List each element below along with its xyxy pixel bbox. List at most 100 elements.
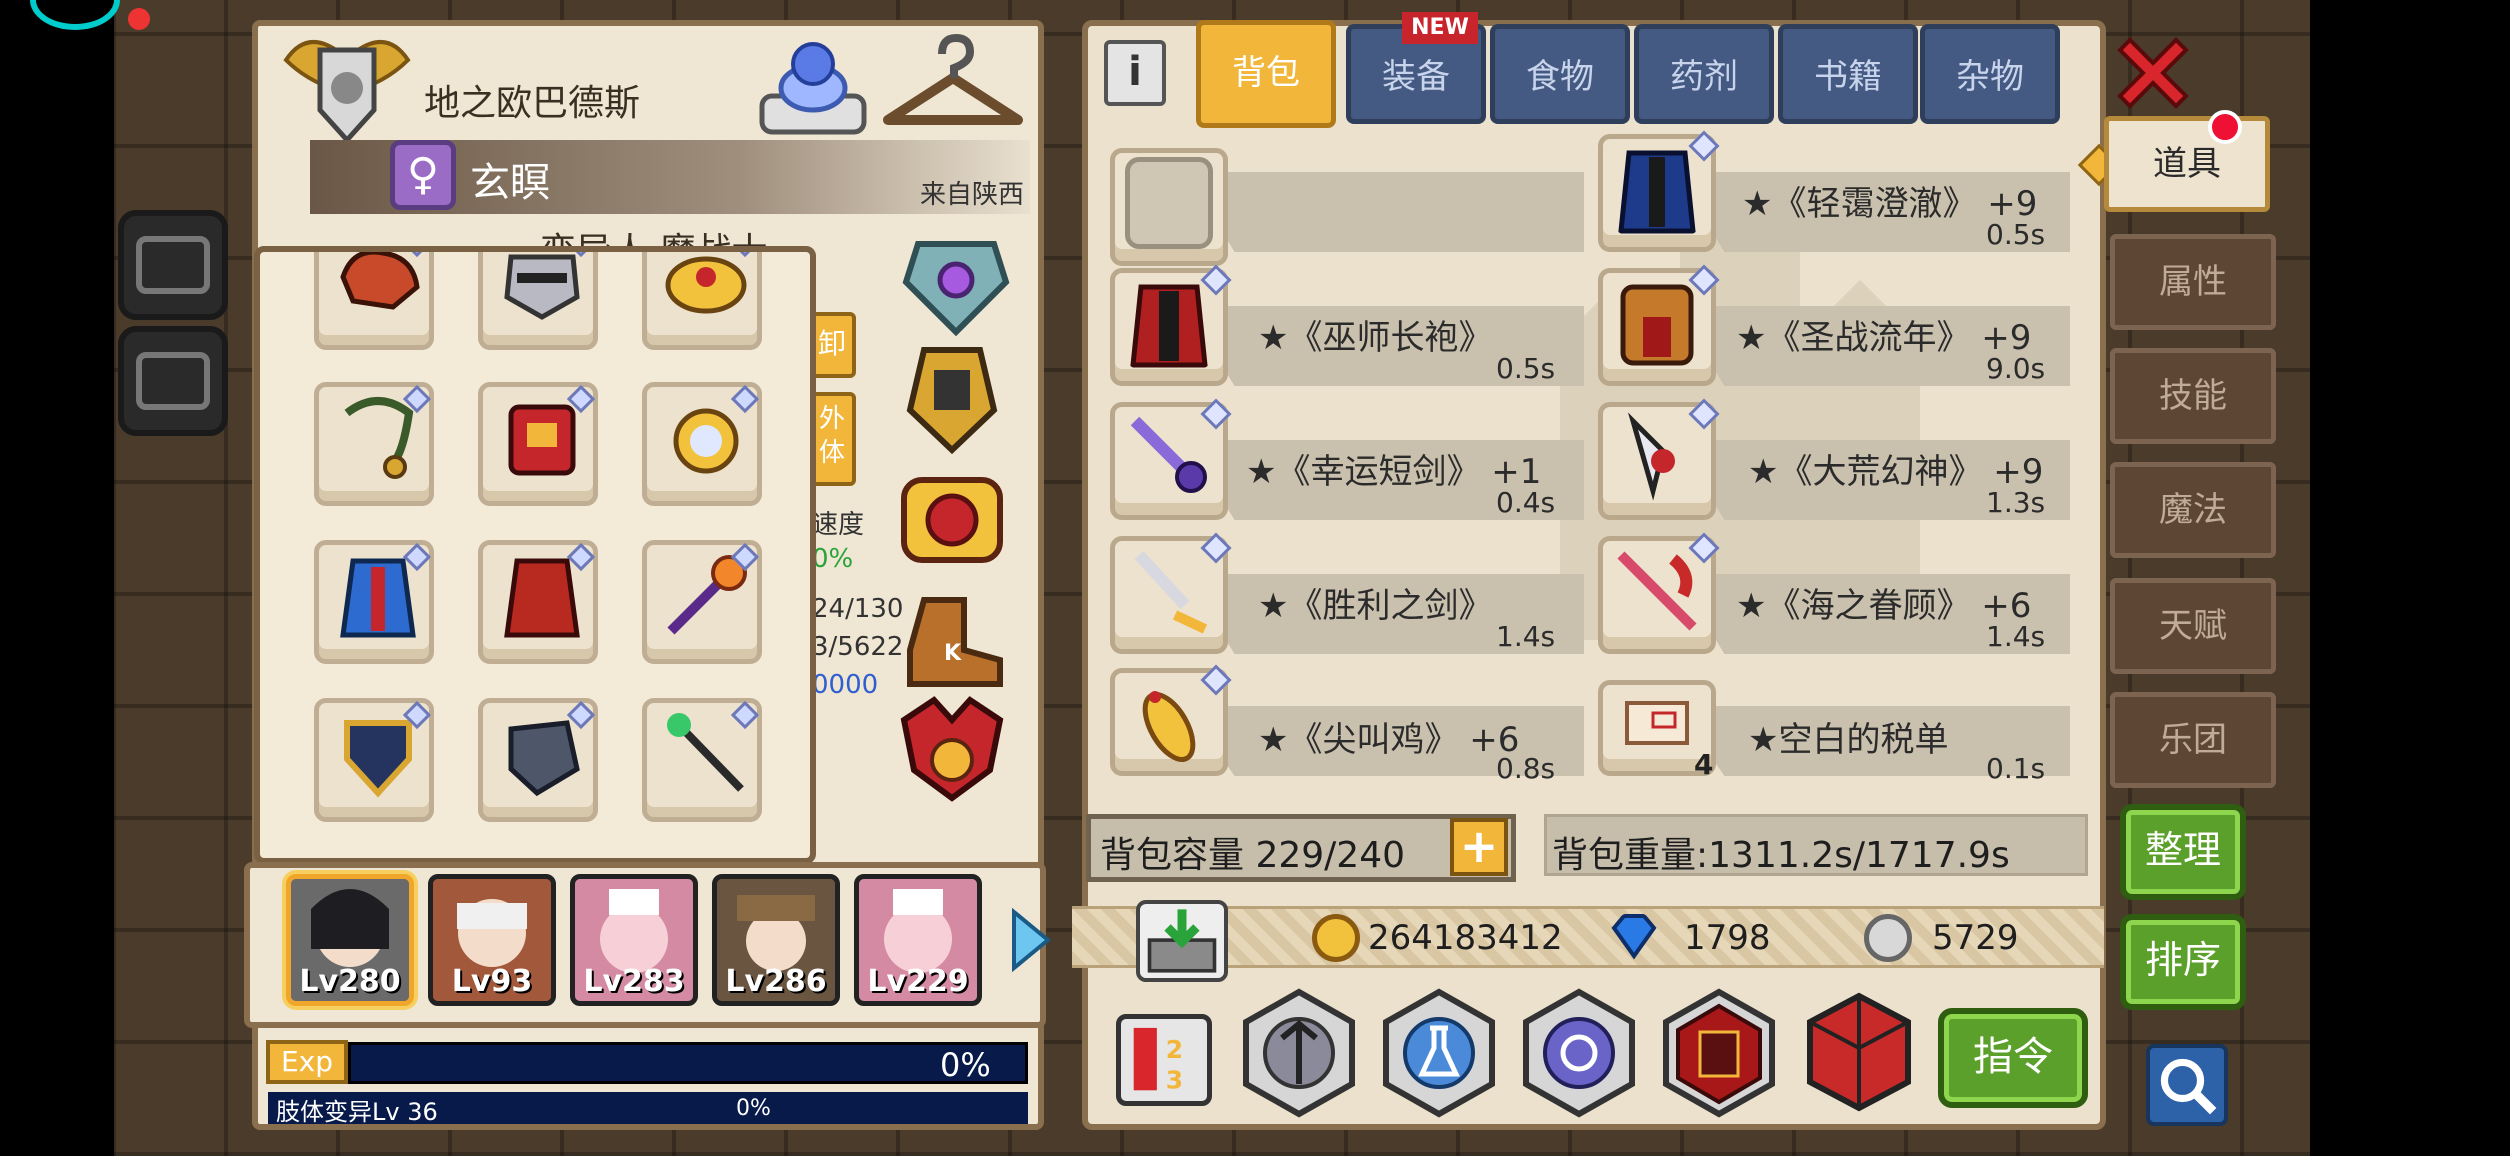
victory-sword-icon <box>1134 550 1208 634</box>
tab-band[interactable]: 乐团 <box>2110 692 2276 788</box>
item-name: ★《巫师长袍》 <box>1258 318 1493 358</box>
crystal-orb-icon[interactable] <box>758 30 868 138</box>
item-weight: 1.4s <box>1496 620 1556 653</box>
diamond-amount: 1798 <box>1684 918 1771 958</box>
party-member-level: Lv280 <box>299 964 401 999</box>
item-weight: 0.5s <box>1986 218 2046 251</box>
sort-button[interactable]: 排序 <box>2120 914 2246 1010</box>
tab-misc[interactable]: 杂物 <box>1920 24 2060 124</box>
search-icon[interactable] <box>2146 1044 2228 1126</box>
inventory-item[interactable] <box>1110 532 1232 654</box>
inventory-item[interactable] <box>1598 398 1720 520</box>
trident-skill-icon[interactable] <box>1240 988 1358 1118</box>
diamond-icon <box>1611 914 1657 960</box>
flask-skill-icon[interactable] <box>1380 988 1498 1118</box>
limb-mutation-percent: 0% <box>736 1096 771 1121</box>
inventory-item[interactable] <box>1598 532 1720 654</box>
tab-talent[interactable]: 天赋 <box>2110 578 2276 674</box>
right-letterbox <box>2310 0 2510 1156</box>
tab-skills[interactable]: 技能 <box>2110 348 2276 444</box>
svg-text:K: K <box>944 641 962 666</box>
tab-backpack[interactable]: 背包 <box>1196 20 1336 128</box>
equip-slot-offhand[interactable] <box>642 698 762 822</box>
inventory-row[interactable] <box>1220 172 1584 252</box>
equip-slot-ring[interactable] <box>642 382 762 506</box>
equipment-grid[interactable] <box>254 246 816 864</box>
mage-robe-icon <box>1618 150 1696 234</box>
expand-capacity-button[interactable]: + <box>1450 818 1508 876</box>
demon-mask-icon[interactable] <box>894 690 1010 806</box>
tab-books[interactable]: 书籍 <box>1778 24 1918 124</box>
stat-partial-value: 24/130 <box>812 594 904 624</box>
hanger-icon[interactable] <box>878 34 1028 134</box>
pillar-decoration <box>118 326 228 436</box>
armor-gauntlet-icon[interactable] <box>894 340 1010 456</box>
screaming-chicken-icon <box>1142 691 1196 762</box>
item-name: ★空白的税单 <box>1748 720 1949 760</box>
wild-phantom-sword-icon <box>1627 412 1675 501</box>
close-icon[interactable] <box>2110 30 2196 116</box>
tab-food[interactable]: 食物 <box>1490 24 1630 124</box>
equip-slot-chest[interactable] <box>478 382 598 506</box>
party-member-card[interactable]: Lv286 <box>712 874 840 1006</box>
exp-progress-bar <box>348 1042 1028 1084</box>
organize-button[interactable]: 整理 <box>2120 804 2246 900</box>
class-emblem-icon <box>283 40 411 144</box>
gem-shield-icon[interactable] <box>898 224 1014 340</box>
empty-slot-icon <box>1125 157 1213 249</box>
party-next-arrow-icon[interactable] <box>1010 908 1052 972</box>
equip-slot-helmet[interactable] <box>314 252 434 350</box>
character-origin: 来自陕西 <box>920 180 1025 210</box>
gold-amount: 264183412 <box>1368 918 1563 958</box>
lucky-dagger-icon <box>1130 416 1207 493</box>
character-title: 地之欧巴德斯 <box>424 83 641 124</box>
equip-slot-weapon[interactable] <box>642 540 762 664</box>
item-name: ★《胜利之剑》 <box>1258 586 1493 626</box>
number-sort-icon[interactable]: 2 3 <box>1116 1014 1212 1106</box>
equip-slot-gauntlet[interactable] <box>478 698 598 822</box>
tab-items[interactable]: 道具 <box>2104 116 2270 212</box>
red-cube-icon[interactable] <box>1800 988 1918 1118</box>
equip-slot-shield[interactable] <box>314 698 434 822</box>
tab-attributes[interactable]: 属性 <box>2110 234 2276 330</box>
info-button[interactable]: i <box>1104 40 1166 106</box>
inventory-item[interactable] <box>1598 264 1720 386</box>
inventory-item[interactable] <box>1110 664 1232 776</box>
inventory-item[interactable] <box>1598 130 1720 252</box>
limb-mutation-label: 肢体变异Lv 36 <box>276 1098 438 1126</box>
dragon-helmet-icon <box>340 252 420 310</box>
equip-slot-necklace[interactable] <box>314 382 434 506</box>
party-member-card[interactable]: Lv283 <box>570 874 698 1006</box>
item-weight: 0.1s <box>1986 752 2046 785</box>
red-book-icon[interactable] <box>1660 988 1778 1118</box>
party-member-card[interactable]: Lv93 <box>428 874 556 1006</box>
boot-icon[interactable]: K <box>894 580 1010 696</box>
inventory-item[interactable] <box>1110 264 1232 386</box>
equip-slot-crown[interactable] <box>642 252 762 350</box>
inventory-item-empty[interactable] <box>1110 148 1228 266</box>
equip-slot-cape[interactable] <box>314 540 434 664</box>
pillar-decoration <box>118 210 228 320</box>
magic-circle-icon[interactable] <box>1520 988 1638 1118</box>
gold-crown-icon <box>665 256 747 314</box>
item-weight: 1.3s <box>1986 486 2046 519</box>
party-member-card[interactable]: Lv229 <box>854 874 982 1006</box>
gold-coin-icon <box>1312 914 1360 962</box>
crusader-armor-icon <box>1620 284 1694 366</box>
inventory-item[interactable] <box>1110 398 1232 520</box>
equip-slot-mask[interactable] <box>478 252 598 350</box>
silver-amount: 5729 <box>1932 918 2019 958</box>
equip-slot-cloak[interactable] <box>478 540 598 664</box>
stat-partial-value: 0% <box>812 544 854 574</box>
tab-magic[interactable]: 魔法 <box>2110 462 2276 558</box>
red-crown-icon[interactable] <box>894 460 1010 576</box>
left-letterbox <box>0 0 114 1156</box>
exp-label: Exp <box>266 1040 348 1084</box>
inbox-download-icon[interactable] <box>1136 900 1228 982</box>
party-member-card[interactable]: Lv280 <box>286 874 414 1006</box>
command-button[interactable]: 指令 <box>1938 1008 2088 1108</box>
item-weight: 1.4s <box>1986 620 2046 653</box>
item-weight: 0.8s <box>1496 752 1556 785</box>
tab-potion[interactable]: 药剂 <box>1634 24 1774 124</box>
stat-partial-value: 0000 <box>812 670 879 700</box>
